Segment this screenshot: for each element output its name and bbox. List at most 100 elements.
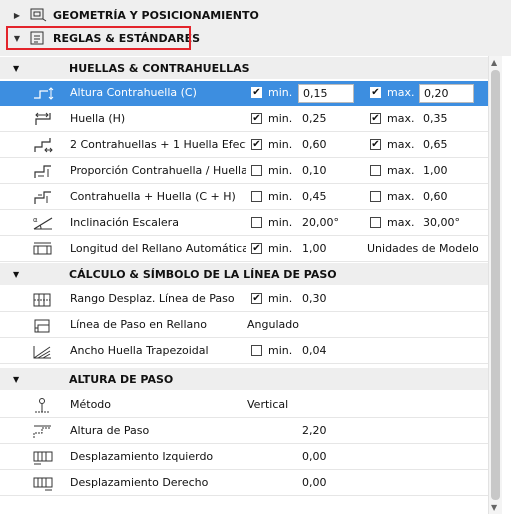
proportion-min-value[interactable]: 0,10 [302, 164, 327, 177]
max-label: max. [387, 138, 415, 151]
effective-tread-max-checkbox[interactable]: ✔ [370, 139, 381, 150]
tread-depth-max-value[interactable]: 0,35 [423, 112, 448, 125]
row-method[interactable]: Método Vertical [0, 393, 488, 418]
row-effective-tread[interactable]: 2 Contrahuellas + 1 Huella Efectiva ✔ mi… [0, 133, 488, 158]
collapse-arrow-icon[interactable]: ▼ [13, 375, 23, 384]
riser-plus-tread-min-checkbox[interactable] [251, 191, 262, 202]
tread-depth-min-value[interactable]: 0,25 [302, 112, 327, 125]
scroll-up-icon[interactable]: ▲ [491, 58, 497, 67]
walkline-offset-label: Rango Desplaz. Línea de Paso [70, 292, 235, 305]
walkline-offset-min-checkbox[interactable]: ✔ [251, 293, 262, 304]
group-walkline-header[interactable]: ▼ CÁLCULO & SÍMBOLO DE LA LÍNEA DE PASO [0, 263, 488, 285]
row-landing-length[interactable]: Longitud del Rellano Automática ✔ min. 1… [0, 237, 488, 262]
row-left-offset[interactable]: Desplazamiento Izquierdo 0,00 [0, 445, 488, 470]
riser-height-min-checkbox[interactable]: ✔ [251, 87, 262, 98]
headroom-height-value[interactable]: 2,20 [302, 424, 327, 437]
left-offset-icon [32, 449, 54, 466]
row-headroom-height[interactable]: Altura de Paso 2,20 [0, 419, 488, 444]
effective-tread-min-checkbox[interactable]: ✔ [251, 139, 262, 150]
min-label: min. [268, 190, 293, 203]
walkline-landing-select[interactable]: Angulado [247, 318, 299, 331]
effective-tread-icon [32, 137, 54, 154]
group-treads-header[interactable]: ▼ HUELLAS & CONTRAHUELLAS [0, 57, 488, 79]
group-headroom-label: ALTURA DE PASO [69, 372, 174, 386]
scroll-down-icon[interactable]: ▼ [491, 503, 497, 512]
left-offset-label: Desplazamiento Izquierdo [70, 450, 214, 463]
row-winder-width[interactable]: Ancho Huella Trapezoidal min. 0,04 [0, 339, 488, 364]
proportion-min-checkbox[interactable] [251, 165, 262, 176]
proportion-max-value[interactable]: 1,00 [423, 164, 448, 177]
min-label: min. [268, 164, 293, 177]
landing-length-min-checkbox[interactable]: ✔ [251, 243, 262, 254]
right-offset-value[interactable]: 0,00 [302, 476, 327, 489]
proportion-icon [32, 163, 54, 180]
rules-panel: ▼ HUELLAS & CONTRAHUELLAS Altura Contrah… [0, 56, 488, 514]
tread-depth-max-checkbox[interactable]: ✔ [370, 113, 381, 124]
inclination-min-checkbox[interactable] [251, 217, 262, 228]
min-label: min. [268, 138, 293, 151]
riser-plus-tread-max-value[interactable]: 0,60 [423, 190, 448, 203]
effective-tread-min-value[interactable]: 0,60 [302, 138, 327, 151]
inclination-label: Inclinación Escalera [70, 216, 179, 229]
group-treads-label: HUELLAS & CONTRAHUELLAS [69, 61, 250, 75]
riser-height-max-input[interactable]: 0,20 [419, 84, 474, 103]
min-label: min. [268, 216, 293, 229]
vertical-scrollbar[interactable]: ▲ ▼ [488, 56, 502, 514]
proportion-max-checkbox[interactable] [370, 165, 381, 176]
row-walkline-landing[interactable]: Línea de Paso en Rellano Angulado [0, 313, 488, 338]
headroom-height-label: Altura de Paso [70, 424, 150, 437]
riser-plus-tread-label: Contrahuella + Huella (C + H) [70, 190, 236, 203]
row-right-offset[interactable]: Desplazamiento Derecho 0,00 [0, 471, 488, 496]
method-select[interactable]: Vertical [247, 398, 288, 411]
scrollbar-thumb[interactable] [491, 70, 500, 500]
collapse-arrow-icon[interactable]: ▼ [13, 64, 23, 73]
riser-plus-tread-max-checkbox[interactable] [370, 191, 381, 202]
geometry-settings-icon [29, 8, 47, 22]
landing-length-min-value[interactable]: 1,00 [302, 242, 327, 255]
svg-text:α: α [33, 216, 38, 224]
winder-width-min-checkbox[interactable] [251, 345, 262, 356]
min-label: min. [268, 242, 293, 255]
collapse-arrow-icon[interactable]: ▼ [13, 270, 23, 279]
walkline-offset-min-value[interactable]: 0,30 [302, 292, 327, 305]
landing-length-label: Longitud del Rellano Automática [70, 242, 246, 255]
landing-length-units[interactable]: Unidades de Modelo [367, 242, 479, 255]
inclination-min-value[interactable]: 20,00° [302, 216, 339, 229]
tread-depth-icon [32, 111, 54, 128]
row-tread-depth[interactable]: Huella (H) ✔ min. 0,25 ✔ max. 0,35 [0, 107, 488, 132]
walkline-offset-icon [32, 291, 54, 308]
row-riser-height[interactable]: Altura Contrahuella (C) ✔ min. 0,15 ✔ ma… [0, 81, 488, 106]
expand-arrow-icon[interactable]: ▶ [11, 11, 23, 20]
left-offset-value[interactable]: 0,00 [302, 450, 327, 463]
landing-length-icon [32, 241, 54, 258]
max-label: max. [387, 112, 415, 125]
row-riser-plus-tread[interactable]: Contrahuella + Huella (C + H) min. 0,45 … [0, 185, 488, 210]
method-icon [32, 397, 54, 414]
riser-height-icon [32, 85, 54, 102]
riser-plus-tread-min-value[interactable]: 0,45 [302, 190, 327, 203]
min-label: min. [268, 344, 293, 357]
winder-width-label: Ancho Huella Trapezoidal [70, 344, 209, 357]
row-proportion[interactable]: Proporción Contrahuella / Huella (C/H) m… [0, 159, 488, 184]
effective-tread-label: 2 Contrahuellas + 1 Huella Efectiva [70, 138, 246, 151]
walkline-landing-label: Línea de Paso en Rellano [70, 318, 207, 331]
method-label: Método [70, 398, 112, 411]
row-walkline-offset[interactable]: Rango Desplaz. Línea de Paso ✔ min. 0,30 [0, 287, 488, 312]
section-geometry-header[interactable]: ▶ GEOMETRÍA Y POSICIONAMIENTO [0, 4, 488, 26]
right-offset-label: Desplazamiento Derecho [70, 476, 209, 489]
tread-depth-min-checkbox[interactable]: ✔ [251, 113, 262, 124]
tread-depth-label: Huella (H) [70, 112, 126, 125]
inclination-max-value[interactable]: 30,00° [423, 216, 460, 229]
riser-height-max-checkbox[interactable]: ✔ [370, 87, 381, 98]
riser-plus-tread-icon [32, 189, 54, 206]
max-label: max. [387, 164, 415, 177]
proportion-label: Proporción Contrahuella / Huella (C/H) [70, 164, 246, 177]
inclination-max-checkbox[interactable] [370, 217, 381, 228]
riser-height-min-input[interactable]: 0,15 [298, 84, 354, 103]
walkline-landing-icon [32, 317, 54, 334]
effective-tread-max-value[interactable]: 0,65 [423, 138, 448, 151]
min-label: min. [268, 292, 293, 305]
group-headroom-header[interactable]: ▼ ALTURA DE PASO [0, 368, 488, 390]
row-inclination[interactable]: α Inclinación Escalera min. 20,00° max. … [0, 211, 488, 236]
winder-width-min-value[interactable]: 0,04 [302, 344, 327, 357]
